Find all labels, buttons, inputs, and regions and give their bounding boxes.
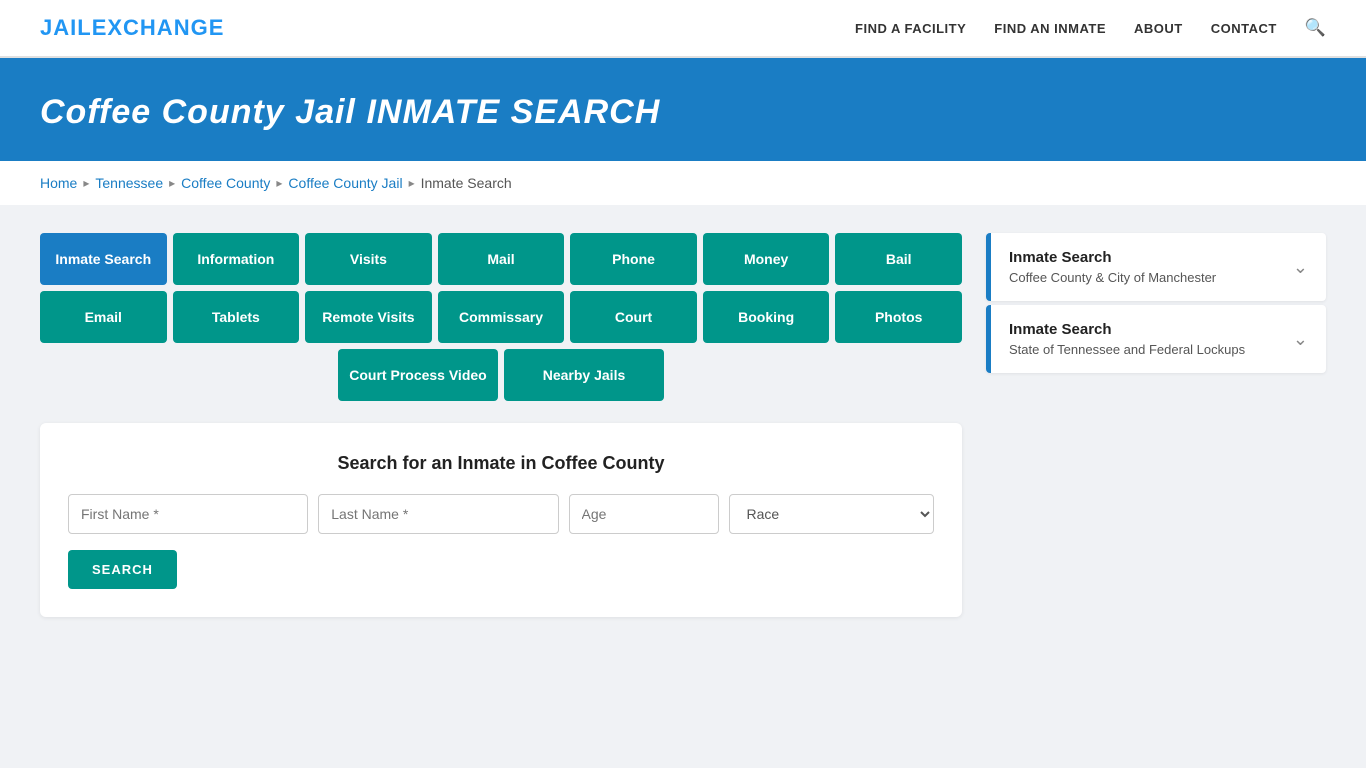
site-header: JAILEXCHANGE FIND A FACILITY FIND AN INM… [0,0,1366,58]
nav-buttons-row3: Court Process Video Nearby Jails [40,349,962,401]
search-icon[interactable]: 🔍 [1305,18,1326,38]
sidebar-card-sub-2: State of Tennessee and Federal Lockups [1009,342,1245,357]
left-column: Inmate Search Information Visits Mail Ph… [40,233,962,617]
btn-visits[interactable]: Visits [305,233,432,285]
btn-mail[interactable]: Mail [438,233,565,285]
sidebar-card-content-2: Inmate Search State of Tennessee and Fed… [1009,321,1245,357]
breadcrumb-current: Inmate Search [421,175,512,191]
main-nav: FIND A FACILITY FIND AN INMATE ABOUT CON… [855,18,1326,38]
age-input[interactable] [569,494,720,534]
btn-commissary[interactable]: Commissary [438,291,565,343]
logo-exchange: EXCHANGE [92,15,225,40]
btn-money[interactable]: Money [703,233,830,285]
breadcrumb-home[interactable]: Home [40,175,77,191]
breadcrumb: Home ▸ Tennessee ▸ Coffee County ▸ Coffe… [0,161,1366,205]
btn-phone[interactable]: Phone [570,233,697,285]
breadcrumb-sep-2: ▸ [169,176,175,190]
btn-remote-visits[interactable]: Remote Visits [305,291,432,343]
btn-inmate-search[interactable]: Inmate Search [40,233,167,285]
hero-title-italic: INMATE SEARCH [366,93,660,131]
nav-buttons-row1: Inmate Search Information Visits Mail Ph… [40,233,962,285]
last-name-input[interactable] [318,494,558,534]
breadcrumb-sep-4: ▸ [409,176,415,190]
search-form-title: Search for an Inmate in Coffee County [68,453,934,474]
chevron-down-icon-2: ⌄ [1293,329,1308,350]
right-sidebar: Inmate Search Coffee County & City of Ma… [986,233,1326,377]
btn-tablets[interactable]: Tablets [173,291,300,343]
sidebar-card-sub-1: Coffee County & City of Manchester [1009,270,1216,285]
search-input-row: Race White Black Hispanic Asian Other [68,494,934,534]
btn-booking[interactable]: Booking [703,291,830,343]
breadcrumb-tennessee[interactable]: Tennessee [95,175,163,191]
main-content: Inmate Search Information Visits Mail Ph… [0,205,1366,645]
btn-bail[interactable]: Bail [835,233,962,285]
sidebar-card-title-1: Inmate Search [1009,249,1216,266]
logo-jail: JAIL [40,15,92,40]
nav-contact[interactable]: CONTACT [1211,21,1277,36]
nav-find-facility[interactable]: FIND A FACILITY [855,21,966,36]
btn-information[interactable]: Information [173,233,300,285]
sidebar-card-title-2: Inmate Search [1009,321,1245,338]
hero-title-main: Coffee County Jail [40,93,356,131]
nav-find-inmate[interactable]: FIND AN INMATE [994,21,1106,36]
breadcrumb-county[interactable]: Coffee County [181,175,270,191]
sidebar-card-content-1: Inmate Search Coffee County & City of Ma… [1009,249,1216,285]
page-title: Coffee County Jail INMATE SEARCH [40,90,1326,133]
sidebar-card-tennessee[interactable]: Inmate Search State of Tennessee and Fed… [986,305,1326,373]
nav-about[interactable]: ABOUT [1134,21,1183,36]
btn-nearby-jails[interactable]: Nearby Jails [504,349,664,401]
btn-court-process-video[interactable]: Court Process Video [338,349,498,401]
hero-section: Coffee County Jail INMATE SEARCH [0,58,1366,161]
breadcrumb-sep-1: ▸ [83,176,89,190]
first-name-input[interactable] [68,494,308,534]
chevron-down-icon-1: ⌄ [1293,257,1308,278]
nav-buttons-row2: Email Tablets Remote Visits Commissary C… [40,291,962,343]
site-logo[interactable]: JAILEXCHANGE [40,15,224,41]
breadcrumb-jail[interactable]: Coffee County Jail [288,175,402,191]
search-button[interactable]: SEARCH [68,550,177,589]
breadcrumb-sep-3: ▸ [276,176,282,190]
btn-court[interactable]: Court [570,291,697,343]
race-select[interactable]: Race White Black Hispanic Asian Other [729,494,934,534]
btn-email[interactable]: Email [40,291,167,343]
btn-photos[interactable]: Photos [835,291,962,343]
sidebar-card-coffee-county[interactable]: Inmate Search Coffee County & City of Ma… [986,233,1326,301]
inmate-search-form: Search for an Inmate in Coffee County Ra… [40,423,962,617]
